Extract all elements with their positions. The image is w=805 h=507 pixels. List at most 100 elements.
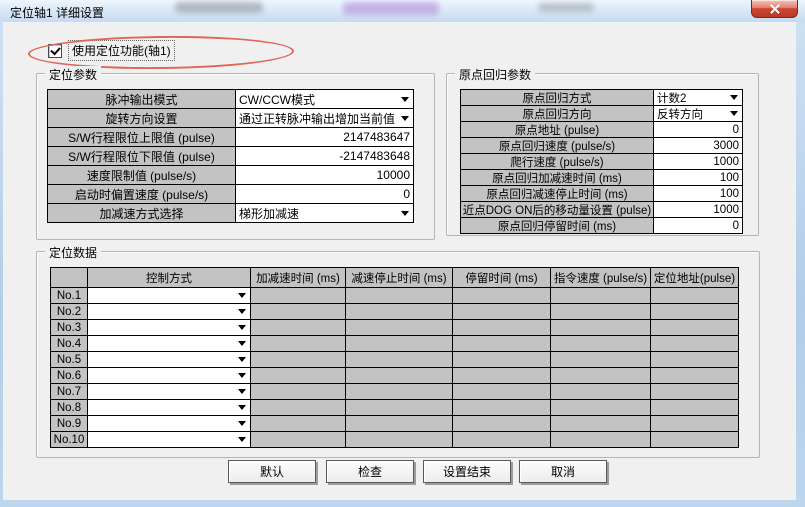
row-number-label: No.10 [51, 432, 87, 447]
param-label: 近点DOG ON后的移动量设置 (pulse) [461, 202, 653, 217]
param-label-text: 启动时偏置速度 (pulse/s) [75, 186, 208, 203]
param-label-text: 原点回归停留时间 (ms) [498, 218, 616, 233]
param-label-text: 原点回归方向 [523, 106, 592, 121]
param-label-text: 脉冲输出模式 [105, 91, 177, 108]
param-label: 原点回归方式 [461, 90, 653, 105]
control-mode-dropdown[interactable] [88, 304, 250, 319]
data-cell-disabled [453, 288, 550, 303]
table-row: No.9 [51, 416, 738, 431]
finish-setup-button[interactable]: 设置结束 [423, 460, 511, 483]
dropdown-caret-icon [730, 95, 738, 100]
param-input[interactable]: 0 [236, 185, 413, 203]
table-row: 脉冲输出模式 CW/CCW模式 [48, 90, 413, 108]
table-row: 启动时偏置速度 (pulse/s) 0 [48, 185, 413, 203]
control-mode-dropdown[interactable] [88, 352, 250, 367]
param-label: S/W行程限位下限值 (pulse) [48, 147, 235, 165]
param-label-text: 原点回归速度 (pulse/s) [499, 138, 615, 153]
data-cell-disabled [651, 384, 738, 399]
param-input[interactable]: 1000 [654, 202, 742, 217]
data-cell-disabled [651, 352, 738, 367]
close-button[interactable] [751, 0, 798, 18]
data-cell-disabled [453, 368, 550, 383]
table-row: 原点回归方向 反转方向 [461, 106, 742, 121]
data-cell-disabled [453, 416, 550, 431]
control-mode-dropdown[interactable] [88, 384, 250, 399]
positioning-params-table: 脉冲输出模式CW/CCW模式旋转方向设置通过正转脉冲输出增加当前值S/W行程限位… [47, 89, 414, 223]
param-label: 启动时偏置速度 (pulse/s) [48, 185, 235, 203]
param-input[interactable]: 10000 [236, 166, 413, 184]
table-row: 原点回归加减速时间 (ms)100 [461, 170, 742, 185]
table-row: 原点回归速度 (pulse/s) 3000 [461, 138, 742, 153]
param-dropdown[interactable]: CW/CCW模式 [236, 90, 413, 108]
cancel-button-label: 取消 [551, 463, 575, 480]
table-row: 近点DOG ON后的移动量设置 (pulse)1000 [461, 202, 742, 217]
dropdown-caret-icon [238, 389, 246, 394]
row-number-label-text: No.8 [57, 402, 81, 414]
data-cell-disabled [551, 400, 650, 415]
dropdown-caret-icon [238, 341, 246, 346]
row-number-label: No.3 [51, 320, 87, 335]
param-label-text: S/W行程限位上限值 (pulse) [68, 129, 215, 146]
data-cell-disabled [251, 400, 345, 415]
param-input-text: 0 [733, 220, 739, 232]
table-row: 原点回归方式 计数2 [461, 90, 742, 105]
param-input[interactable]: 2147483647 [236, 128, 413, 146]
column-header: 指令速度 (pulse/s) [551, 268, 650, 287]
positioning-data-group: 定位数据 控制方式加减速时间 (ms)减速停止时间 (ms)停留时间 (ms)指… [36, 251, 760, 458]
control-mode-dropdown[interactable] [88, 320, 250, 335]
param-dropdown-text: 计数2 [654, 90, 730, 105]
positioning-params-title: 定位参数 [45, 66, 101, 83]
table-row: No.7 [51, 384, 738, 399]
control-mode-dropdown[interactable] [88, 400, 250, 415]
param-input[interactable]: 100 [654, 170, 742, 185]
data-cell-disabled [551, 352, 650, 367]
data-cell-disabled [651, 304, 738, 319]
origin-return-params-title: 原点回归参数 [455, 66, 535, 83]
param-input[interactable]: -2147483648 [236, 147, 413, 165]
row-number-label: No.8 [51, 400, 87, 415]
table-row: No.4 [51, 336, 738, 351]
control-mode-dropdown[interactable] [88, 288, 250, 303]
check-button[interactable]: 检查 [326, 460, 414, 483]
control-mode-dropdown[interactable] [88, 368, 250, 383]
column-header-text: 定位地址(pulse) [654, 270, 735, 286]
param-dropdown[interactable]: 通过正转脉冲输出增加当前值 [236, 109, 413, 127]
use-positioning-checkbox[interactable] [48, 44, 62, 58]
param-dropdown-text: 通过正转脉冲输出增加当前值 [236, 110, 401, 127]
dropdown-caret-icon [238, 325, 246, 330]
param-input-text: 2147483647 [343, 130, 410, 144]
default-button-label: 默认 [260, 463, 284, 480]
param-label-text: 原点回归方式 [523, 90, 592, 105]
control-mode-dropdown[interactable] [88, 432, 250, 447]
row-number-label-text: No.10 [54, 434, 85, 446]
param-input[interactable]: 3000 [654, 138, 742, 153]
dropdown-caret-icon [401, 97, 409, 102]
data-cell-disabled [346, 384, 452, 399]
control-mode-dropdown[interactable] [88, 416, 250, 431]
data-cell-disabled [651, 336, 738, 351]
param-input[interactable]: 0 [654, 218, 742, 233]
row-number-label: No.4 [51, 336, 87, 351]
param-label-text: 原点地址 (pulse) [515, 122, 599, 137]
param-input[interactable]: 0 [654, 122, 742, 137]
param-dropdown[interactable]: 反转方向 [654, 106, 742, 121]
data-cell-disabled [453, 400, 550, 415]
data-cell-disabled [251, 384, 345, 399]
data-cell-disabled [551, 384, 650, 399]
data-cell-disabled [453, 432, 550, 447]
control-mode-dropdown[interactable] [88, 336, 250, 351]
param-dropdown[interactable]: 梯形加减速 [236, 204, 413, 222]
use-positioning-row: 使用定位功能(轴1) [48, 40, 175, 61]
param-label-text: 加减速方式选择 [99, 205, 183, 222]
table-row: 爬行速度 (pulse/s)1000 [461, 154, 742, 169]
param-input[interactable]: 1000 [654, 154, 742, 169]
param-dropdown[interactable]: 计数2 [654, 90, 742, 105]
param-input[interactable]: 100 [654, 186, 742, 201]
data-cell-disabled [251, 352, 345, 367]
cancel-button[interactable]: 取消 [519, 460, 607, 483]
param-label: 原点回归停留时间 (ms) [461, 218, 653, 233]
table-row: 原点地址 (pulse) 0 [461, 122, 742, 137]
column-header: 停留时间 (ms) [453, 268, 550, 287]
data-cell-disabled [453, 320, 550, 335]
default-button[interactable]: 默认 [228, 460, 316, 483]
